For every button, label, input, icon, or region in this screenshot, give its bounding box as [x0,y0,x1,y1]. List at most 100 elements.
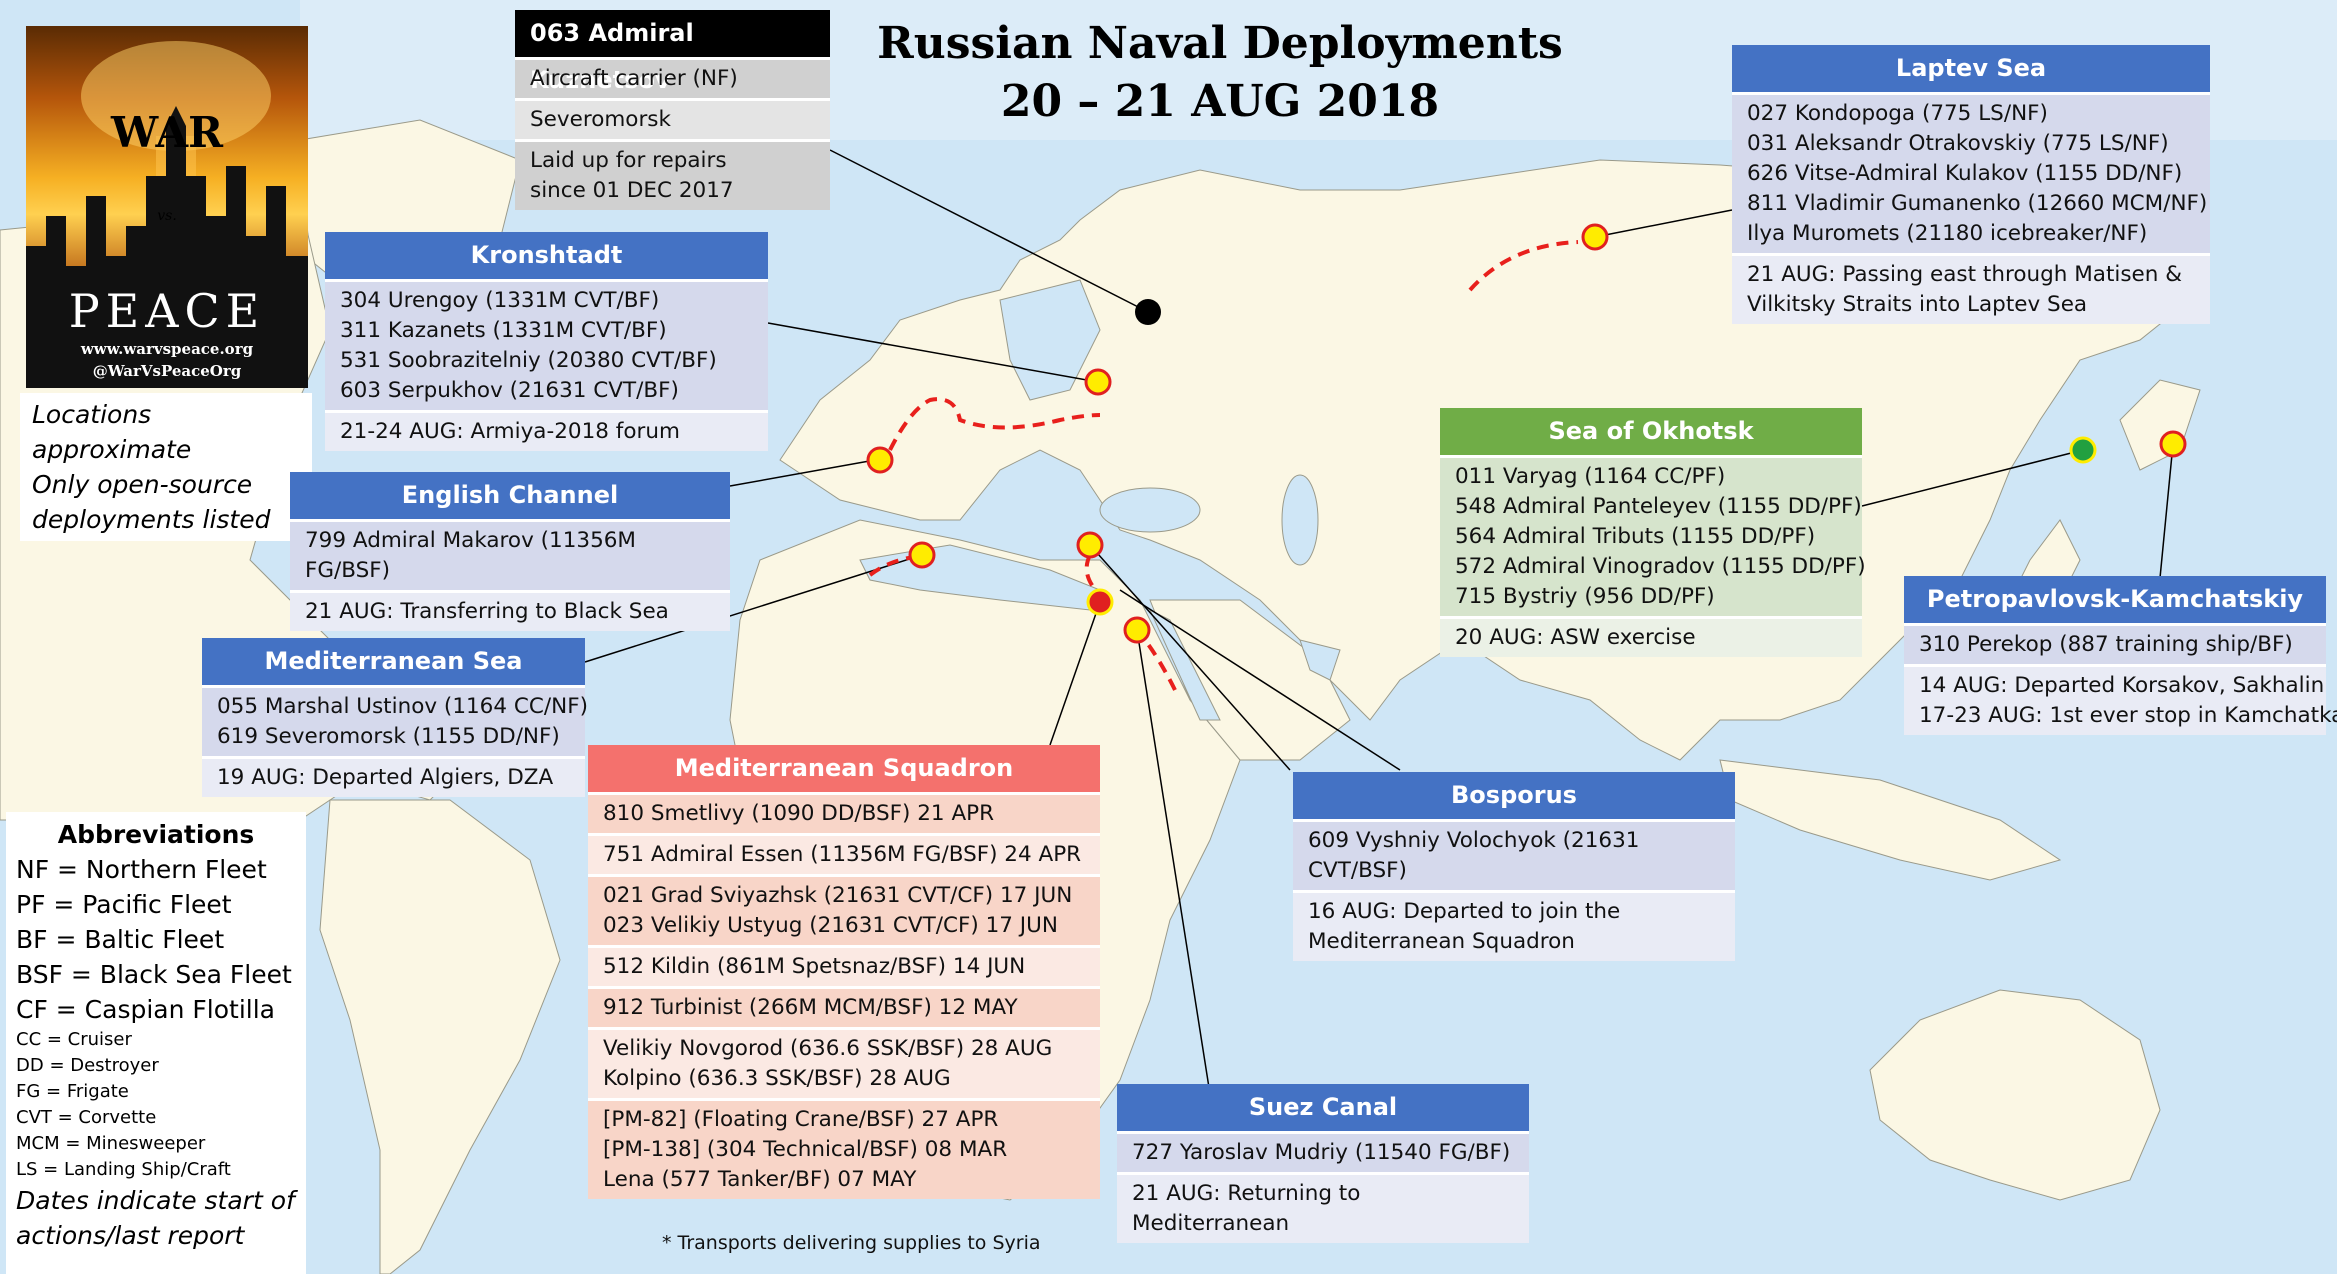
med-squadron-box: Mediterranean Squadron 810 Smetlivy (109… [588,745,1100,1199]
abbr-major: BSF = Black Sea Fleet [16,960,292,989]
okhotsk-ship: 715 Bystriy (956 DD/PF) [1455,584,1715,609]
med-squadron-ship: [PM-138] (304 Technical/BSF) 08 MAR [603,1137,1008,1162]
poster-war: WAR [111,108,223,157]
bosporus-header: Bosporus [1293,772,1735,819]
notes-line: deployments listed [32,505,271,534]
suez-canal-ship: 727 Yaroslav Mudriy (11540 FG/BF) [1117,1131,1529,1172]
med-squadron-ship: 512 Kildin (861M Spetsnaz/BSF) 14 JUN [603,954,1026,979]
marker-mediterranean-sea [908,541,936,569]
abbr-minor: CVT = Corvette [16,1107,157,1128]
marker-petropavlovsk [2159,430,2187,458]
okhotsk-ship: 548 Admiral Panteleyev (1155 DD/PF) [1455,494,1862,519]
med-squadron-row: 751 Admiral Essen (11356M FG/BSF) 24 APR [588,833,1100,874]
kronshtadt-ship: 531 Soobrazitelniy (20380 CVT/BF) [340,348,717,373]
laptev-sea-header: Laptev Sea [1732,45,2210,92]
marker-med-squadron [1086,588,1114,616]
laptev-sea-ship: 031 Aleksandr Otrakovskiy (775 LS/NF) [1747,131,2169,156]
med-squadron-ship: Velikiy Novgorod (636.6 SSK/BSF) 28 AUG [603,1036,1053,1061]
english-channel-box: English Channel 799 Admiral Makarov (113… [290,472,730,631]
caspian-sea [1281,474,1319,566]
english-channel-header: English Channel [290,472,730,519]
kronshtadt-status: 21-24 AUG: Armiya-2018 forum [325,410,768,451]
kuznetsov-status: Laid up for repairs [530,148,727,173]
med-squadron-ship: 023 Velikiy Ustyug (21631 CVT/CF) 17 JUN [603,913,1058,938]
poster-url: www.warvspeace.org [80,340,254,358]
laptev-sea-ship: 811 Vladimir Gumanenko (12660 MCM/NF) [1747,191,2208,216]
kronshtadt-header: Kronshtadt [325,232,768,279]
war-vs-peace-logo: WAR vs. PEACE www.warvspeace.org @WarVsP… [26,26,308,388]
petropavlovsk-ship: 310 Perekop (887 training ship/BF) [1904,623,2326,664]
suez-canal-header: Suez Canal [1117,1084,1529,1131]
med-squadron-ship: 810 Smetlivy (1090 DD/BSF) 21 APR [603,801,995,826]
marker-english-channel [866,446,894,474]
med-squadron-ship: Kolpino (636.3 SSK/BSF) 28 AUG [603,1066,951,1091]
poster-handle: @WarVsPeaceOrg [92,362,242,380]
kronshtadt-box: Kronshtadt 304 Urengoy (1331M CVT/BF) 31… [325,232,768,451]
poster-peace: PEACE [68,284,266,338]
okhotsk-status: 20 AUG: ASW exercise [1440,616,1862,657]
mediterranean-sea-ship: 055 Marshal Ustinov (1164 CC/NF) [217,694,588,719]
notes-line: Locations approximate [32,400,192,464]
title-line1: Russian Naval Deployments [877,18,1563,69]
laptev-sea-status: 21 AUG: Passing east through Matisen & [1747,262,2182,287]
petropavlovsk-status: 17-23 AUG: 1st ever stop in Kamchatka [1919,703,2337,728]
laptev-sea-ship: Ilya Muromets (21180 icebreaker/NF) [1747,221,2148,246]
marker-suez [1123,616,1151,644]
kuznetsov-box: 063 Admiral Kuznetsov Aircraft carrier (… [515,10,830,210]
mediterranean-sea-box: Mediterranean Sea 055 Marshal Ustinov (1… [202,638,588,797]
med-squadron-row: 512 Kildin (861M Spetsnaz/BSF) 14 JUN [588,945,1100,986]
abbreviations-legend: Abbreviations NF = Northern Fleet PF = P… [6,812,306,1274]
okhotsk-ship: 564 Admiral Tributs (1155 DD/PF) [1455,524,1816,549]
suez-canal-status: 21 AUG: Returning to Mediterranean [1117,1172,1529,1243]
abbr-minor: CC = Cruiser [16,1029,132,1050]
abbr-major: NF = Northern Fleet [16,855,267,884]
abbr-major: BF = Baltic Fleet [16,925,225,954]
sea-of-okhotsk-header: Sea of Okhotsk [1440,408,1862,455]
kuznetsov-location: Severomorsk [515,98,830,139]
sea-of-okhotsk-box: Sea of Okhotsk 011 Varyag (1164 CC/PF) 5… [1440,408,1866,657]
petropavlovsk-status: 14 AUG: Departed Korsakov, Sakhalin [1919,673,2325,698]
med-squadron-row: 021 Grad Sviyazhsk (21631 CVT/CF) 17 JUN… [588,874,1100,945]
med-squadron-ship: 912 Turbinist (266M MCM/BSF) 12 MAY [603,995,1018,1020]
laptev-sea-status: Vilkitsky Straits into Laptev Sea [1747,292,2088,317]
med-squadron-row: Velikiy Novgorod (636.6 SSK/BSF) 28 AUG … [588,1027,1100,1098]
okhotsk-ship: 011 Varyag (1164 CC/PF) [1455,464,1726,489]
med-squadron-row: [PM-82] (Floating Crane/BSF) 27 APR [PM-… [588,1098,1100,1199]
okhotsk-ship: 572 Admiral Vinogradov (1155 DD/PF) [1455,554,1866,579]
kronshtadt-ship: 311 Kazanets (1331M CVT/BF) [340,318,667,343]
marker-okhotsk [2069,436,2097,464]
bosporus-box: Bosporus 609 Vyshniy Volochyok (21631 CV… [1293,772,1735,961]
title-line2: 20 – 21 AUG 2018 [1000,76,1440,127]
marker-bosporus [1076,531,1104,559]
laptev-sea-ship: 027 Kondopoga (775 LS/NF) [1747,101,2048,126]
laptev-sea-box: Laptev Sea 027 Kondopoga (775 LS/NF) 031… [1732,45,2210,324]
abbr-major: CF = Caspian Flotilla [16,995,275,1024]
abbreviations-title: Abbreviations [57,820,255,849]
map-title: Russian Naval Deployments 20 – 21 AUG 20… [790,15,1650,131]
marker-laptev [1581,223,1609,251]
notes-line: Only open-source [32,470,253,499]
kronshtadt-ship: 603 Serpukhov (21631 CVT/BF) [340,378,679,403]
med-squadron-ship: Lena (577 Tanker/BF) 07 MAY [603,1167,917,1192]
english-channel-status: 21 AUG: Transferring to Black Sea [290,590,730,631]
mediterranean-sea-status: 19 AUG: Departed Algiers, DZA [202,756,585,797]
dates-note: Dates indicate start of [16,1186,295,1215]
med-squadron-ship: 751 Admiral Essen (11356M FG/BSF) 24 APR [603,842,1082,867]
abbr-minor: MCM = Minesweeper [16,1133,206,1154]
dates-note: actions/last report [16,1221,245,1250]
english-channel-ship: 799 Admiral Makarov (11356M FG/BSF) [290,519,730,590]
med-squadron-row: 912 Turbinist (266M MCM/BSF) 12 MAY [588,986,1100,1027]
marker-kuznetsov [1135,299,1161,325]
kronshtadt-ship: 304 Urengoy (1331M CVT/BF) [340,288,660,313]
petropavlovsk-box: Petropavlovsk-Kamchatskiy 310 Perekop (8… [1904,576,2337,735]
abbr-minor: LS = Landing Ship/Craft [16,1159,231,1180]
abbr-minor: FG = Frigate [16,1081,129,1102]
abbr-minor: DD = Destroyer [16,1055,159,1076]
med-squadron-ship: [PM-82] (Floating Crane/BSF) 27 APR [603,1107,999,1132]
med-squadron-ship: 021 Grad Sviyazhsk (21631 CVT/CF) 17 JUN [603,883,1073,908]
bosporus-ship: 609 Vyshniy Volochyok (21631 CVT/BSF) [1293,819,1735,890]
kuznetsov-header: 063 Admiral Kuznetsov [515,10,830,94]
poster-vs: vs. [157,208,177,224]
black-sea [1099,487,1201,533]
laptev-sea-ship: 626 Vitse-Admiral Kulakov (1155 DD/NF) [1747,161,2183,186]
